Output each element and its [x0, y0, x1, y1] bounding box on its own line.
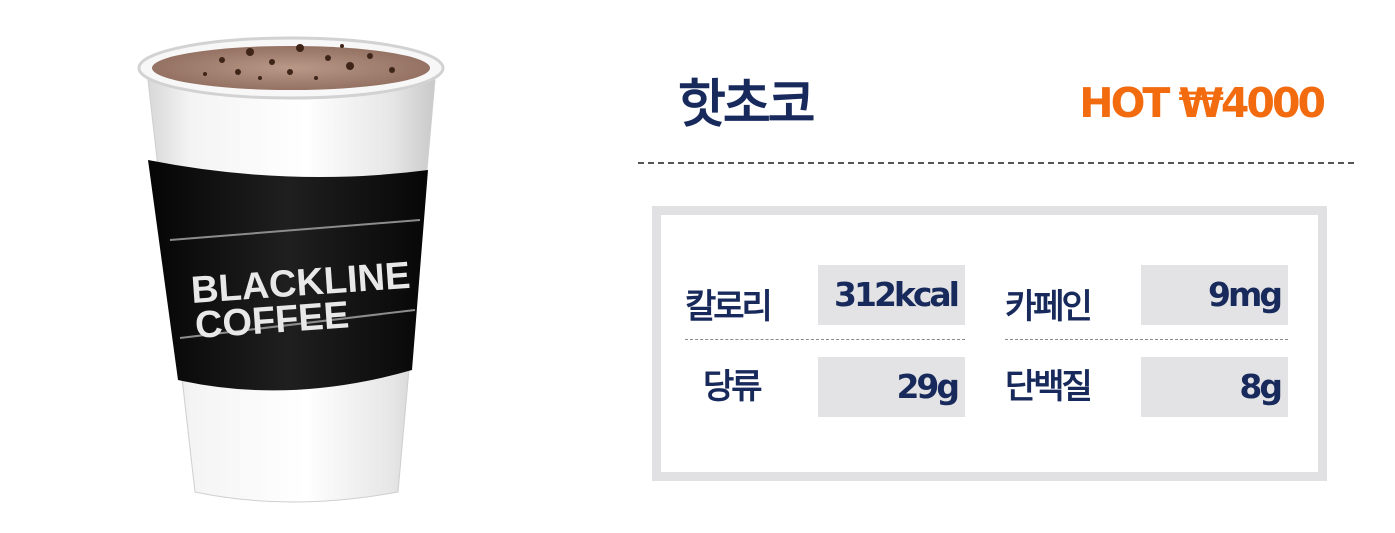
row-divider-left	[685, 339, 965, 340]
product-name: 핫초코	[678, 75, 816, 135]
sugar-label: 당류	[703, 367, 763, 407]
row-divider-right	[1005, 339, 1288, 340]
divider	[638, 162, 1354, 164]
protein-value: 8g	[1141, 357, 1288, 417]
sugar-value: 29g	[818, 357, 965, 417]
calories-value: 312kcal	[818, 265, 965, 325]
caffeine-value: 9mg	[1141, 265, 1288, 325]
caffeine-label: 카페인	[1005, 287, 1093, 327]
product-image: BLACKLINE COFFEE	[137, 36, 445, 503]
protein-label: 단백질	[1005, 367, 1093, 407]
calories-label: 칼로리	[685, 287, 773, 327]
product-price: HOT ₩4000	[1079, 79, 1326, 127]
nutrition-panel: 칼로리 312kcal 카페인 9mg 당류 29g 단백질 8g	[652, 206, 1327, 481]
